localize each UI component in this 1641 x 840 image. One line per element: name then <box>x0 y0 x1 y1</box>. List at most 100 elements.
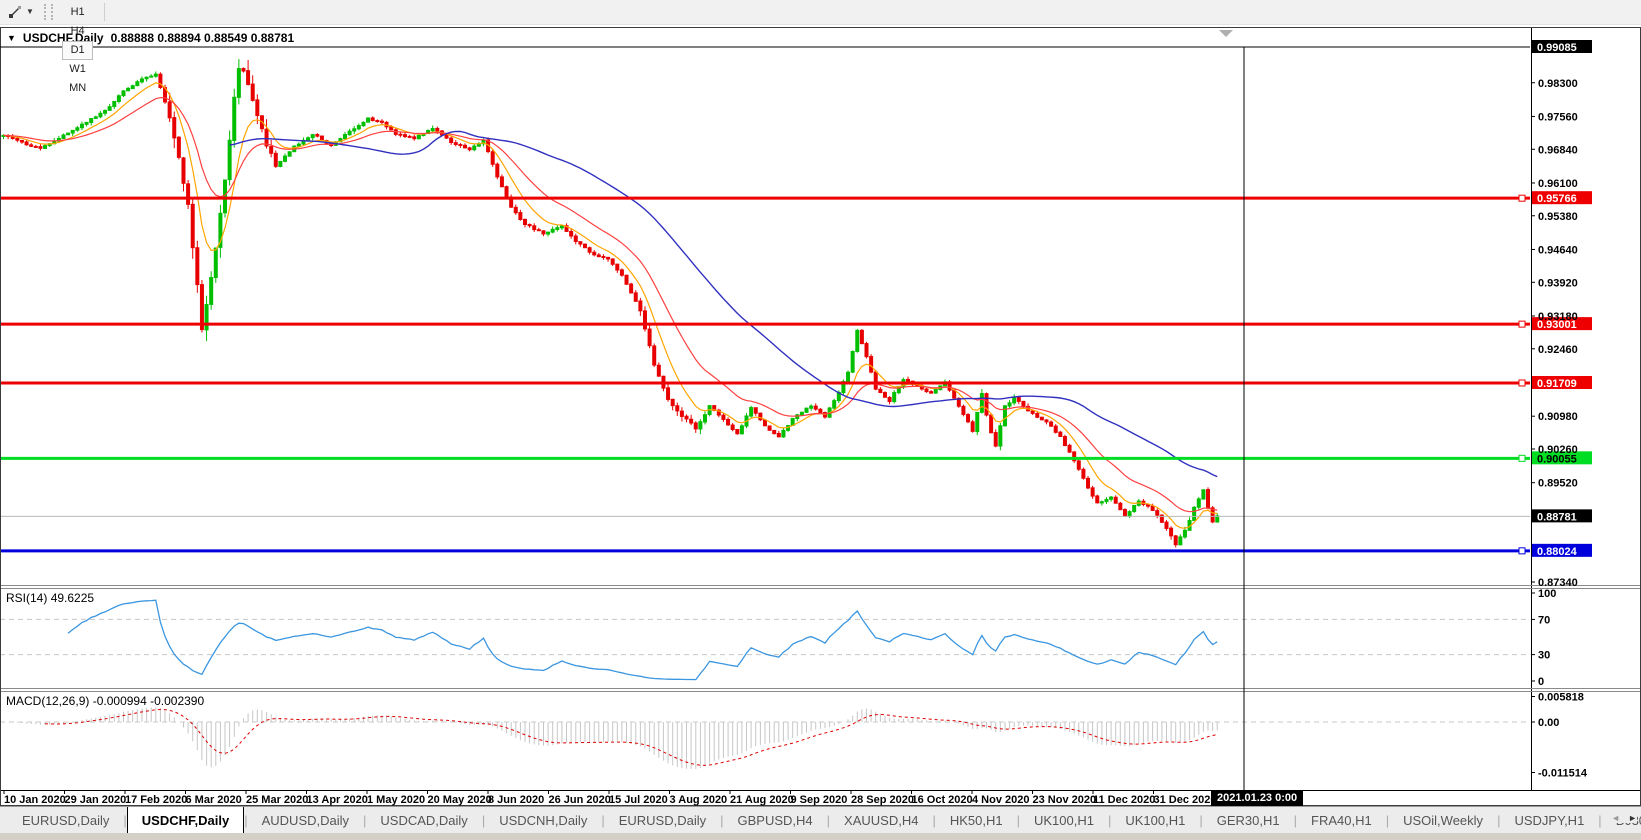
current-price-text: 0.88781 <box>1537 511 1577 523</box>
rsi-value: 49.6225 <box>50 591 95 605</box>
toolbar-grip[interactable] <box>43 4 53 20</box>
chart-dropdown-icon[interactable]: ▼ <box>7 33 16 43</box>
timeframe-h1[interactable]: H1 <box>62 3 93 22</box>
macd-scale-label: 0.00 <box>1538 717 1559 729</box>
chart-title: ▼ USDCHF,Daily 0.88888 0.88894 0.88549 0… <box>7 31 294 45</box>
tab-scroll-left-button[interactable]: ◄ <box>1611 813 1620 823</box>
axis-tick-label: 0.96100 <box>1538 178 1578 190</box>
hline-handle[interactable] <box>1518 379 1526 387</box>
chart-tab-eurusd-daily[interactable]: EURUSD,Daily <box>8 809 123 832</box>
hline-handle[interactable] <box>1518 194 1526 202</box>
chart-tab-bar: EURUSD,Daily | USDCHF,Daily | AUDUSD,Daily | U… <box>0 806 1641 833</box>
candles-group <box>1 59 1220 548</box>
macd-histogram <box>7 707 1218 769</box>
axis-tick-label: 0.90260 <box>1538 444 1578 456</box>
crosshair-price-text: 0.99085 <box>1537 42 1577 54</box>
rsi-line <box>67 599 1218 681</box>
chart-tab-usdcnh-daily[interactable]: USDCNH,Daily <box>485 809 601 832</box>
chart-tab-audusd-daily[interactable]: AUDUSD,Daily <box>248 809 363 832</box>
date-tick-label: 29 Jan 2020 <box>65 794 127 806</box>
chart-tab-usdchf-daily[interactable]: USDCHF,Daily <box>126 807 245 833</box>
axis-tick-label: 0.98300 <box>1538 78 1578 90</box>
date-tick-label: 17 Feb 2020 <box>125 794 187 806</box>
crosshair-tool-icon <box>9 5 21 18</box>
price-chart-canvas: 0.957660.930010.917090.900550.880240.887… <box>0 27 1641 806</box>
rsi-scale-label: 100 <box>1538 588 1556 600</box>
date-tick-label: 28 Sep 2020 <box>851 794 914 806</box>
date-tick-label: 9 Sep 2020 <box>791 794 848 806</box>
ma-sma50-line <box>229 130 1218 478</box>
timeframe-toolbar: M1M5M15M30H1H4D1W1MN <box>61 0 94 98</box>
axis-tick-label: 0.95380 <box>1538 211 1578 223</box>
crosshair-tool-button[interactable]: ▼ <box>4 3 38 22</box>
timeframe-d1[interactable]: D1 <box>61 40 94 60</box>
date-tick-label: 21 Aug 2020 <box>730 794 794 806</box>
hline-price-text: 0.91709 <box>1537 378 1577 390</box>
date-tick-label: 8 Jun 2020 <box>488 794 544 806</box>
chart-tab-fra40-h1[interactable]: FRA40,H1 <box>1297 809 1386 832</box>
hlines-group: 0.957660.930010.917090.900550.88024 <box>0 191 1592 558</box>
macd-indicator-label: MACD(12,26,9) -0.000994 -0.002390 <box>6 694 204 708</box>
date-tick-label: 31 Dec 2020 <box>1154 794 1217 806</box>
date-tick-label: 3 Aug 2020 <box>670 794 728 806</box>
dropdown-caret-icon: ▼ <box>26 7 34 16</box>
date-tick-label: 26 Jun 2020 <box>549 794 611 806</box>
axis-tick-label: 0.97560 <box>1538 111 1578 123</box>
hline-handle[interactable] <box>1518 320 1526 328</box>
axis-tick-label: 0.96840 <box>1538 144 1578 156</box>
hline-handle[interactable] <box>1518 454 1526 462</box>
chart-tab-usdjpy-h1[interactable]: USDJPY,H1 <box>1500 809 1598 832</box>
rsi-scale-label: 70 <box>1538 614 1550 626</box>
timeframe-h4[interactable]: H4 <box>62 22 93 41</box>
axis-tick-label: 0.93920 <box>1538 277 1578 289</box>
date-tick-label: 11 Dec 2020 <box>1093 794 1155 806</box>
chart-tab-gbpusd-h4[interactable]: GBPUSD,H4 <box>724 809 827 832</box>
hline-handle[interactable] <box>1518 547 1526 555</box>
timeframe-mn[interactable]: MN <box>62 79 93 98</box>
chart-tab-uk100-h1[interactable]: UK100,H1 <box>1111 809 1199 832</box>
hline-price-text: 0.95766 <box>1537 193 1577 205</box>
hline-price-text: 0.88024 <box>1537 546 1578 558</box>
rsi-name: RSI(14) <box>6 591 48 605</box>
crosshair-date-tooltip: 2021.01.23 0:00 <box>1211 791 1304 806</box>
axis-tick-label: 0.94640 <box>1538 244 1578 256</box>
macd-scale-label: 0.005818 <box>1538 691 1584 703</box>
status-strip <box>0 833 1641 840</box>
rsi-indicator-label: RSI(14) 49.6225 <box>6 591 94 605</box>
date-tick-label: 15 Jul 2020 <box>609 794 668 806</box>
date-tick-label: 6 Mar 2020 <box>186 794 242 806</box>
chart-tab-xauusd-h4[interactable]: XAUUSD,H4 <box>830 809 932 832</box>
date-tick-label: 20 May 2020 <box>428 794 492 806</box>
date-axis-labels: 10 Jan 202029 Jan 202017 Feb 20206 Mar 2… <box>3 791 1217 806</box>
macd-values: -0.000994 -0.002390 <box>92 694 205 708</box>
date-tick-label: 4 Nov 2020 <box>972 794 1029 806</box>
macd-pane-group <box>0 707 1530 769</box>
rsi-scale-label: 0 <box>1538 676 1544 688</box>
rsi-pane-group <box>0 599 1530 681</box>
chart-tab-uk100-h1[interactable]: UK100,H1 <box>1020 809 1108 832</box>
scroll-position-marker-icon <box>1219 30 1233 37</box>
date-tick-label: 16 Oct 2020 <box>912 794 973 806</box>
chart-ohlc-values: 0.88888 0.88894 0.88549 0.88781 <box>110 31 295 45</box>
axis-tick-label: 0.92460 <box>1538 344 1578 356</box>
ma-ema20-line <box>3 96 1218 513</box>
chart-tab-usoil-weekly[interactable]: USOil,Weekly <box>1389 809 1497 832</box>
timeframe-w1[interactable]: W1 <box>62 60 93 79</box>
chart-tab-usdcad-daily[interactable]: USDCAD,Daily <box>366 809 481 832</box>
date-tick-label: 25 Mar 2020 <box>246 794 308 806</box>
toolbar-separator <box>104 3 106 21</box>
ma-ema8-line <box>3 82 1218 529</box>
chart-tab-ger30-h1[interactable]: GER30,H1 <box>1203 809 1294 832</box>
macd-name: MACD(12,26,9) <box>6 694 90 708</box>
macd-scale-label: -0.011514 <box>1538 767 1588 779</box>
tab-scroll-buttons: ◄ ► <box>1605 813 1637 823</box>
chart-tab-hk50-h1[interactable]: HK50,H1 <box>936 809 1017 832</box>
chart-tab-eurusd-daily[interactable]: EURUSD,Daily <box>605 809 720 832</box>
date-tick-label: 13 Apr 2020 <box>307 794 368 806</box>
date-tick-label: 1 May 2020 <box>367 794 425 806</box>
date-tick-label: 10 Jan 2020 <box>4 794 66 806</box>
axis-tick-label: 0.90980 <box>1538 411 1578 423</box>
date-tick-label: 23 Nov 2020 <box>1033 794 1097 806</box>
axis-tick-label: 0.89520 <box>1538 478 1578 490</box>
tab-scroll-right-button[interactable]: ► <box>1628 813 1637 823</box>
